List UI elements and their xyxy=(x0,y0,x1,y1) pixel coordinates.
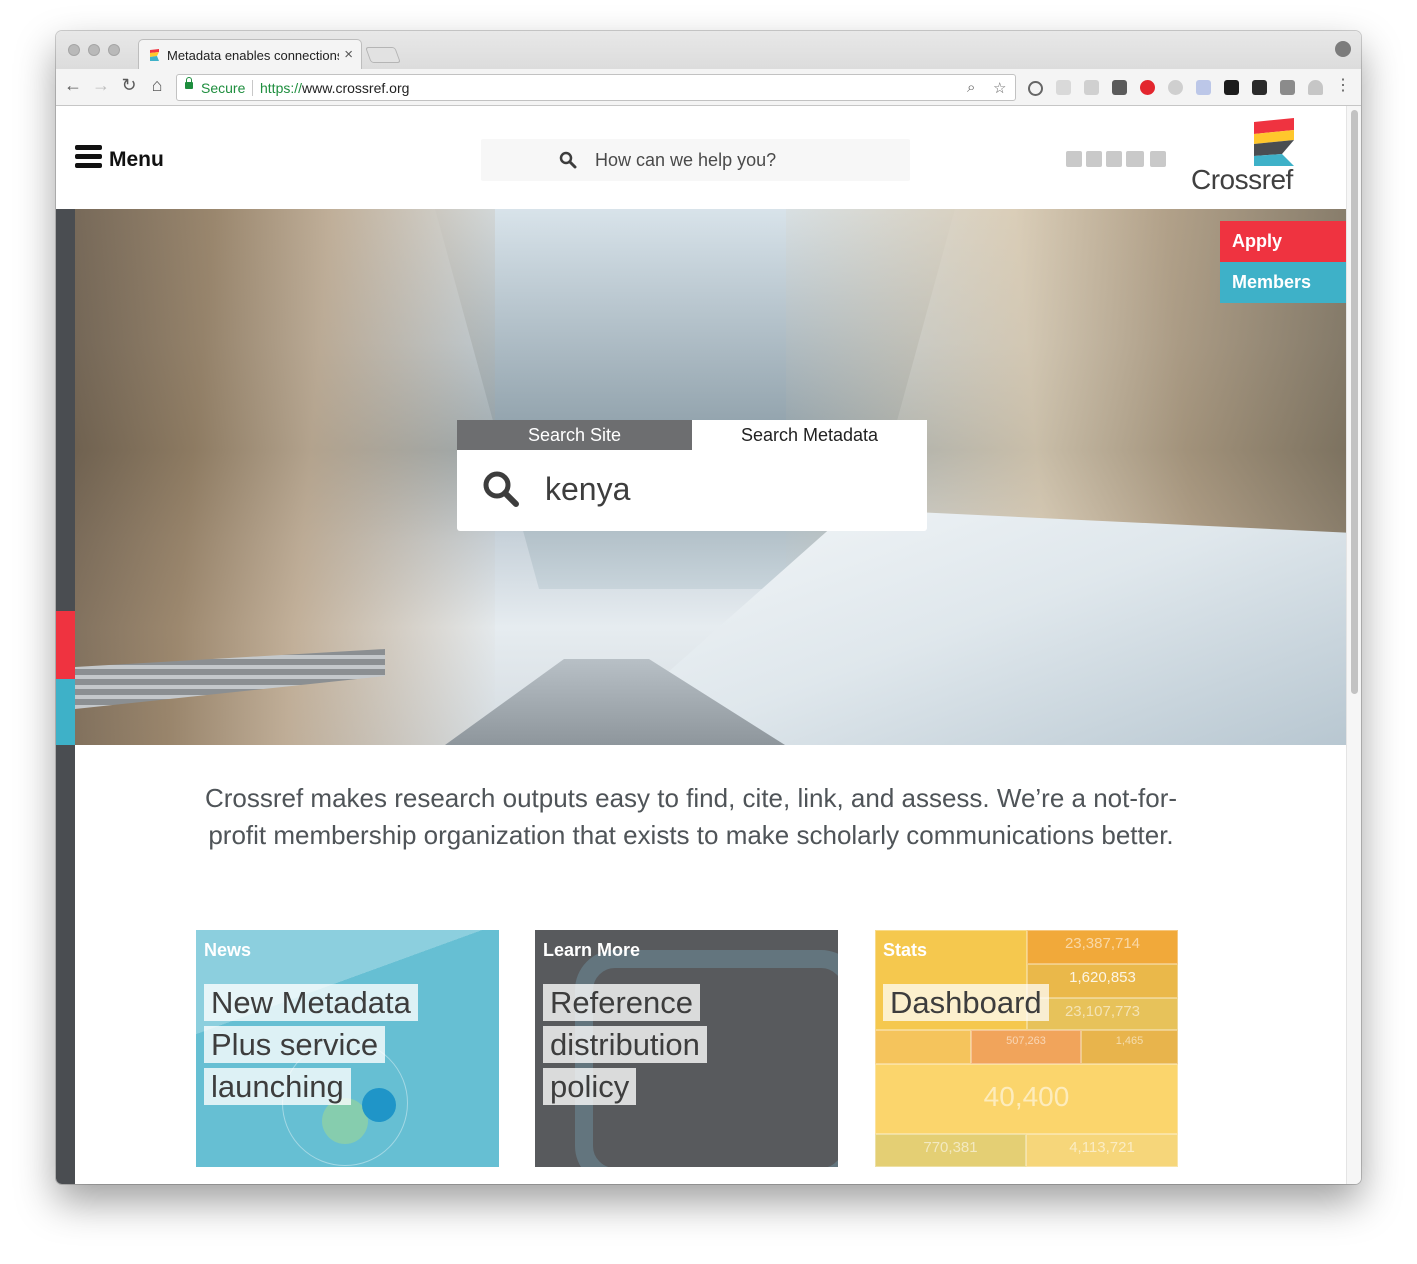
linkedin-icon[interactable] xyxy=(1106,151,1122,167)
browser-toolbar: ← → ↻ ⌂ Secure https://www.crossref.org … xyxy=(56,69,1361,106)
zoom-icon[interactable]: ⌕ xyxy=(967,79,975,96)
close-tab-icon[interactable]: × xyxy=(344,46,353,63)
page-content: Menu Crossref xyxy=(56,106,1346,1184)
extension-g-icon[interactable] xyxy=(1224,80,1239,95)
extension-cast-icon[interactable] xyxy=(1056,80,1071,95)
card-title-line: New Metadata xyxy=(204,984,418,1021)
intro-text: Crossref makes research outputs easy to … xyxy=(204,783,1178,850)
card-title-line: Plus service xyxy=(204,1026,386,1063)
youtube-icon[interactable] xyxy=(1126,151,1144,167)
stats-cell: 4,113,721 xyxy=(1026,1134,1178,1167)
search-icon xyxy=(559,151,577,169)
twitter-icon[interactable] xyxy=(1066,151,1082,167)
secure-label: Secure xyxy=(201,80,246,96)
site-search-input[interactable] xyxy=(593,147,897,173)
apply-button[interactable]: Apply xyxy=(1220,221,1346,262)
browser-menu-icon[interactable]: ⋮ xyxy=(1332,75,1354,95)
card-title-line: policy xyxy=(543,1068,637,1105)
card-label: News xyxy=(204,940,252,960)
extension-skype-icon[interactable] xyxy=(1168,80,1183,95)
tab-strip: Metadata enables connections × xyxy=(56,31,1361,69)
profile-icon[interactable] xyxy=(1335,41,1351,57)
card-title[interactable]: Reference distribution policy xyxy=(543,982,833,1108)
metadata-search-field xyxy=(457,450,927,531)
tab-search-site[interactable]: Search Site xyxy=(457,420,692,450)
url-host: www.crossref.org xyxy=(302,80,410,96)
extension-info-icon[interactable] xyxy=(1028,81,1043,96)
site-search-box xyxy=(481,139,910,181)
search-icon[interactable] xyxy=(481,469,521,509)
home-icon[interactable]: ⌂ xyxy=(146,75,168,96)
card-title-line: distribution xyxy=(543,1026,707,1063)
forward-icon[interactable]: → xyxy=(90,75,112,96)
url-scheme: https:// xyxy=(260,80,303,96)
card-title-line: Reference xyxy=(543,984,701,1021)
scrollbar-thumb[interactable] xyxy=(1351,110,1358,694)
close-window-button[interactable] xyxy=(68,44,80,56)
browser-tab[interactable]: Metadata enables connections × xyxy=(138,39,362,69)
stats-cell: 507,263 xyxy=(971,1030,1081,1064)
blog-icon[interactable] xyxy=(1150,151,1166,167)
extension-evernote-icon[interactable] xyxy=(1112,80,1127,95)
new-tab-button[interactable] xyxy=(365,47,401,63)
browser-window: Metadata enables connections × ← → ↻ ⌂ S… xyxy=(56,31,1361,1184)
extension-square-icon[interactable] xyxy=(1280,80,1295,95)
metadata-search-input[interactable] xyxy=(543,466,907,512)
crossref-favicon-icon xyxy=(150,49,159,61)
extension-drive-icon[interactable] xyxy=(1084,80,1099,95)
url-text[interactable]: https://www.crossref.org xyxy=(260,80,409,96)
menu-label: Menu xyxy=(109,148,164,171)
page-scrollbar[interactable] xyxy=(1346,106,1361,1184)
card-title[interactable]: Dashboard xyxy=(883,982,1173,1024)
stats-card[interactable]: 23,387,714 1,620,853 23,107,773 507,263 … xyxy=(875,930,1178,1167)
card-title-line: Dashboard xyxy=(883,984,1049,1021)
stats-cell: 1,465 xyxy=(1081,1030,1178,1064)
hero-search-box: Search Site Search Metadata xyxy=(457,420,927,531)
card-label: Stats xyxy=(883,940,928,960)
address-bar[interactable]: Secure https://www.crossref.org ⌕ ☆ xyxy=(176,74,1016,101)
extension-opera-icon[interactable] xyxy=(1140,80,1155,95)
stats-cell: 40,400 xyxy=(875,1064,1178,1134)
minimize-window-button[interactable] xyxy=(88,44,100,56)
logo-text: Crossref xyxy=(1191,164,1293,195)
stats-cell: 23,387,714 xyxy=(1027,930,1178,964)
facebook-icon[interactable] xyxy=(1086,151,1102,167)
learn-more-card[interactable]: Learn More Reference distribution policy xyxy=(535,930,838,1167)
extension-buffer-icon[interactable] xyxy=(1252,80,1267,95)
tab-title: Metadata enables connections xyxy=(167,48,339,63)
rail-accent-red xyxy=(56,611,75,679)
crossref-logo[interactable]: Crossref xyxy=(1184,118,1314,198)
zoom-window-button[interactable] xyxy=(108,44,120,56)
reload-icon[interactable]: ↻ xyxy=(118,75,140,96)
bookmark-star-icon[interactable]: ☆ xyxy=(993,79,1006,97)
stats-cell xyxy=(875,1030,971,1064)
extension-device-icon[interactable] xyxy=(1196,80,1211,95)
lock-icon xyxy=(185,77,193,89)
stats-cell: 770,381 xyxy=(875,1134,1026,1167)
card-title-line: launching xyxy=(204,1068,351,1105)
news-card[interactable]: News New Metadata Plus service launching xyxy=(196,930,499,1167)
menu-button[interactable]: Menu xyxy=(75,143,195,173)
rail-accent-teal xyxy=(56,679,75,745)
card-title[interactable]: New Metadata Plus service launching xyxy=(204,982,494,1108)
tab-search-metadata[interactable]: Search Metadata xyxy=(692,420,927,450)
extension-arc-icon[interactable] xyxy=(1308,80,1323,95)
crossref-logo-icon xyxy=(1254,118,1294,166)
url-divider xyxy=(252,80,253,96)
back-icon[interactable]: ← xyxy=(62,75,84,96)
members-button[interactable]: Members xyxy=(1220,262,1346,303)
card-label: Learn More xyxy=(543,940,641,960)
